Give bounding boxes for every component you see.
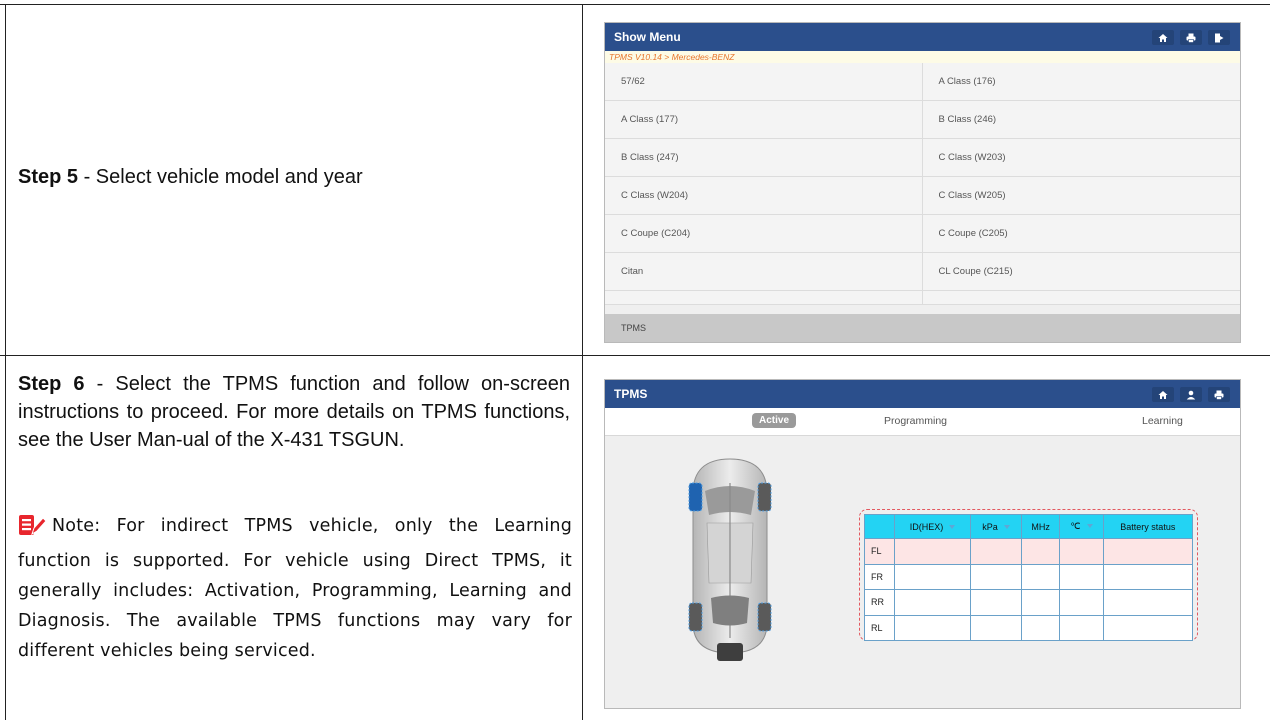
document-table: Step 5 - Select vehicle model and year S… <box>0 4 1270 720</box>
tpms-data-table: ID(HEX) kPa MHz ℃ Battery status FL FR R… <box>859 509 1198 641</box>
cell <box>1102 614 1194 641</box>
header-temp[interactable]: ℃ <box>1059 514 1104 539</box>
cell <box>970 538 1022 565</box>
step6-label: Step 6 <box>18 373 85 395</box>
menu-item[interactable]: C Coupe (C204) <box>605 215 923 253</box>
cell <box>894 614 971 641</box>
menu-item[interactable]: C Class (W203) <box>922 139 1240 177</box>
exit-icon[interactable] <box>1208 30 1230 45</box>
table-row[interactable]: RL <box>864 614 1194 641</box>
menu-item[interactable]: C Coupe (C205) <box>922 215 1240 253</box>
cell <box>1102 538 1194 565</box>
model-menu-grid: 57/62 A Class (176) A Class (177) B Clas… <box>605 63 1240 305</box>
sort-arrow-icon[interactable] <box>949 524 956 529</box>
header-mhz: MHz <box>1020 514 1061 539</box>
show-menu-title: Show Menu <box>614 30 681 44</box>
header-id[interactable]: ID(HEX) <box>894 514 971 539</box>
print-icon[interactable] <box>1208 387 1230 402</box>
sort-arrow-icon[interactable] <box>1086 524 1093 528</box>
tpms-header: TPMS <box>605 380 1240 408</box>
row-label-fr: FR <box>864 563 895 590</box>
step5-instruction: Step 5 - Select vehicle model and year <box>18 163 363 191</box>
tpms-tabs: Active Programming Learning <box>605 408 1240 436</box>
table-row-step5: Step 5 - Select vehicle model and year S… <box>0 5 1270 356</box>
row-label-fl: FL <box>864 538 895 565</box>
cell <box>1059 563 1104 590</box>
table-row[interactable]: FR <box>864 563 1194 590</box>
cell <box>1102 589 1194 616</box>
cell <box>1020 538 1061 565</box>
menu-item[interactable]: Citan <box>605 253 923 291</box>
cell <box>1020 589 1061 616</box>
cell <box>1059 538 1104 565</box>
note-edit-icon <box>18 514 47 546</box>
cell <box>1059 614 1104 641</box>
print-icon[interactable] <box>1180 30 1202 45</box>
menu-item[interactable]: CL Coupe (C215) <box>922 253 1240 291</box>
cell <box>970 589 1022 616</box>
menu-item[interactable]: B Class (246) <box>922 101 1240 139</box>
car-illustration <box>685 453 775 665</box>
home-icon[interactable] <box>1152 387 1174 402</box>
menu-item-partial[interactable] <box>605 291 923 305</box>
cell <box>894 589 971 616</box>
table-row-step6: Step 6 - Select the TPMS function and fo… <box>0 356 1270 720</box>
cell <box>970 614 1022 641</box>
tpms-screenshot: TPMS Active Programming Learning ID(HEX)… <box>604 379 1241 709</box>
show-menu-screenshot: Show Menu TPMS V10.14 > Mercedes-BENZ 57… <box>604 22 1241 343</box>
tab-programming[interactable]: Programming <box>884 415 947 427</box>
note-text: Note: For indirect TPMS vehicle, only th… <box>18 516 572 661</box>
sort-arrow-icon[interactable] <box>1003 524 1010 529</box>
step5-text: - Select vehicle model and year <box>78 166 363 188</box>
table-header-row: ID(HEX) kPa MHz ℃ Battery status <box>864 514 1194 539</box>
row-label-rr: RR <box>864 589 895 616</box>
user-icon[interactable] <box>1180 387 1202 402</box>
header-battery: Battery status <box>1102 514 1194 539</box>
cell <box>894 538 971 565</box>
show-menu-header: Show Menu <box>605 23 1240 51</box>
table-row[interactable]: RR <box>864 589 1194 616</box>
cell <box>1102 563 1194 590</box>
menu-item[interactable]: C Class (W205) <box>922 177 1240 215</box>
menu-item[interactable]: A Class (177) <box>605 101 923 139</box>
row-label-rl: RL <box>864 614 895 641</box>
menu-item[interactable]: C Class (W204) <box>605 177 923 215</box>
menu-item-partial[interactable] <box>922 291 1240 305</box>
menu-item[interactable]: A Class (176) <box>922 63 1240 101</box>
cell <box>1020 563 1061 590</box>
tab-active[interactable]: Active <box>752 413 797 428</box>
breadcrumb: TPMS V10.14 > Mercedes-BENZ <box>605 51 1240 63</box>
header-kpa[interactable]: kPa <box>970 514 1022 539</box>
tab-learning[interactable]: Learning <box>1142 415 1183 427</box>
status-bar: TPMS <box>605 314 1240 342</box>
cell <box>894 563 971 590</box>
cell <box>970 563 1022 590</box>
cell <box>1020 614 1061 641</box>
header-blank <box>864 514 895 539</box>
cell <box>1059 589 1104 616</box>
step6-instruction: Step 6 - Select the TPMS function and fo… <box>18 370 570 454</box>
step5-label: Step 5 <box>18 166 79 188</box>
table-row[interactable]: FL <box>864 538 1194 565</box>
tpms-title: TPMS <box>614 387 648 401</box>
step6-text: - Select the TPMS function and follow on… <box>18 373 570 451</box>
home-icon[interactable] <box>1152 30 1174 45</box>
menu-item[interactable]: B Class (247) <box>605 139 923 177</box>
menu-item[interactable]: 57/62 <box>605 63 923 101</box>
note-paragraph: Note: For indirect TPMS vehicle, only th… <box>18 511 572 666</box>
